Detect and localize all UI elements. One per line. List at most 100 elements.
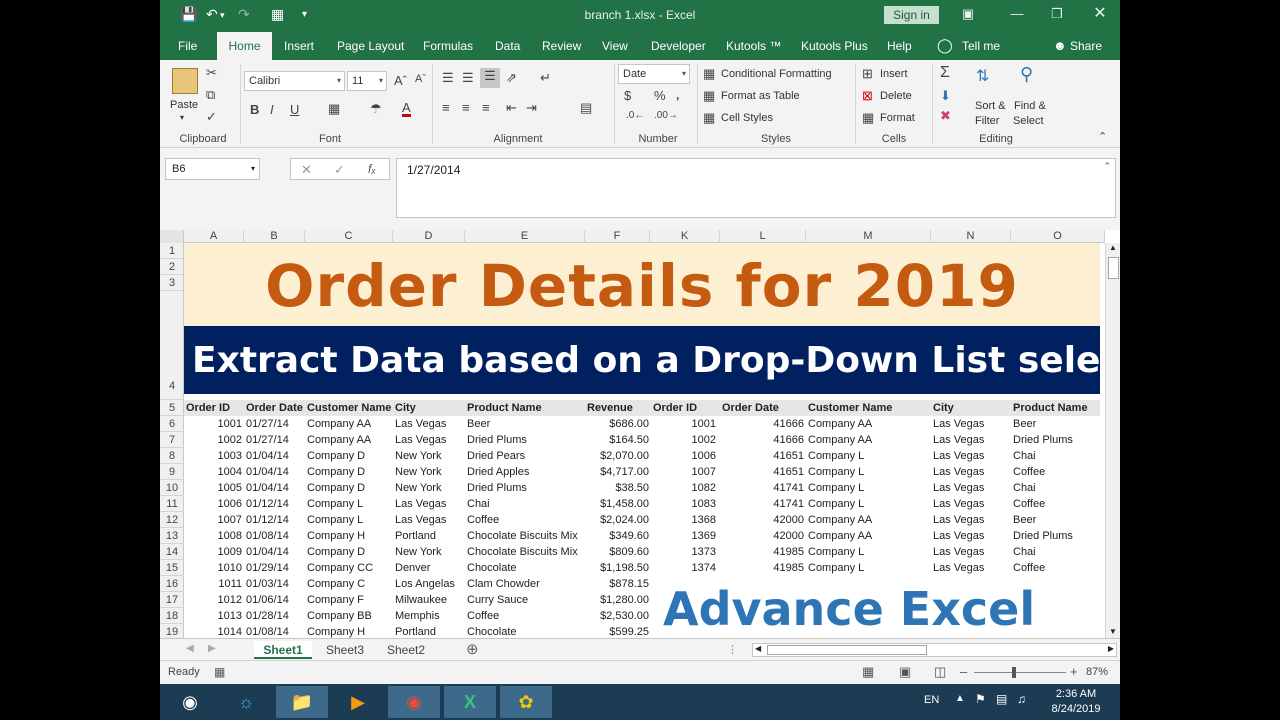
row-header[interactable]: 1 (160, 243, 184, 259)
increase-decimal-icon[interactable]: .0← (626, 110, 644, 121)
table-cell[interactable]: Beer (1013, 416, 1101, 432)
start-button[interactable]: ◉ (164, 686, 216, 718)
table-cell[interactable]: Company L (808, 496, 932, 512)
wrap-text-icon[interactable]: ↵ (540, 70, 551, 86)
borders-icon[interactable]: ▦ (328, 101, 340, 117)
table-cell[interactable]: Coffee (1013, 496, 1101, 512)
scroll-left-icon[interactable]: ◀ (755, 644, 761, 653)
font-size-select[interactable]: 11 ▾ (347, 71, 387, 91)
table-cell[interactable]: 41985 (722, 560, 804, 576)
table-cell[interactable]: 41666 (722, 416, 804, 432)
zoom-out-icon[interactable]: – (960, 664, 967, 679)
align-right-icon[interactable]: ≡ (482, 100, 490, 115)
align-center-icon[interactable]: ≡ (462, 100, 470, 115)
horizontal-scroll-thumb[interactable] (767, 645, 927, 655)
column-header[interactable]: D (393, 230, 465, 243)
table-cell[interactable]: 1083 (652, 496, 716, 512)
taskbar-chrome[interactable]: ◉ (388, 686, 440, 718)
table-cell[interactable]: 1373 (652, 544, 716, 560)
table-cell[interactable]: 1082 (652, 480, 716, 496)
table-cell[interactable]: Company L (808, 448, 932, 464)
minimize-icon[interactable]: — (1002, 6, 1032, 21)
taskbar-excel[interactable]: X (444, 686, 496, 718)
decrease-indent-icon[interactable]: ⇤ (506, 100, 517, 116)
sort-filter-label-2[interactable]: Filter (975, 115, 999, 127)
name-box[interactable]: B6 ▾ (165, 158, 260, 180)
increase-indent-icon[interactable]: ⇥ (526, 100, 537, 116)
column-header[interactable]: F (585, 230, 650, 243)
page-layout-view-icon[interactable]: ▣ (899, 664, 911, 680)
table-cell[interactable]: Las Vegas (933, 448, 1011, 464)
table-cell[interactable]: Company AA (808, 432, 932, 448)
select-all-corner[interactable] (160, 230, 184, 243)
tab-home[interactable]: Home (217, 32, 272, 60)
table-cell[interactable]: 42000 (722, 512, 804, 528)
tab-help[interactable]: Help (887, 39, 912, 53)
table-cell[interactable]: Company F (307, 592, 392, 608)
table-cell[interactable]: 01/08/14 (246, 624, 302, 638)
table-cell[interactable]: Coffee (467, 608, 589, 624)
taskbar-app[interactable]: ✿ (500, 686, 552, 718)
sheet-tab-sheet1[interactable]: Sheet1 (254, 641, 312, 659)
table-cell[interactable]: 1374 (652, 560, 716, 576)
clock-time[interactable]: 2:36 AM (1046, 688, 1106, 700)
table-cell[interactable]: 41985 (722, 544, 804, 560)
fill-color-icon[interactable]: ☂ (370, 101, 382, 117)
zoom-slider-thumb[interactable] (1012, 667, 1016, 678)
number-format-select[interactable]: Date ▾ (618, 64, 690, 84)
restore-icon[interactable]: ❐ (1042, 6, 1072, 22)
currency-icon[interactable]: $ (624, 88, 631, 103)
row-header[interactable]: 4 (160, 291, 184, 400)
share-button[interactable]: Share (1070, 39, 1102, 53)
sheet-tab-sheet2[interactable]: Sheet2 (378, 641, 434, 659)
table-cell[interactable]: Chai (1013, 480, 1101, 496)
table-cell[interactable]: Las Vegas (933, 544, 1011, 560)
ribbon-display-icon[interactable]: ▣ (953, 6, 983, 22)
table-cell[interactable]: Curry Sauce (467, 592, 589, 608)
chevron-down-icon[interactable]: ▾ (251, 159, 255, 179)
table-cell[interactable]: Chai (1013, 448, 1101, 464)
column-header[interactable]: E (465, 230, 585, 243)
sheet-tab-sheet3[interactable]: Sheet3 (317, 641, 373, 659)
table-cell[interactable]: $878.15 (587, 576, 649, 592)
fill-icon[interactable]: ⬇ (940, 88, 951, 104)
cancel-entry-icon[interactable]: ✕ (301, 162, 312, 178)
find-select-label-1[interactable]: Find & (1014, 100, 1046, 112)
table-cell[interactable]: Los Angelas (395, 576, 465, 592)
taskbar-internet-explorer[interactable]: ☼ (220, 686, 272, 718)
language-indicator[interactable]: EN (924, 694, 939, 706)
format-as-table-button[interactable]: Format as Table (721, 90, 800, 102)
align-top-icon[interactable]: ☰ (442, 70, 454, 86)
font-color-icon[interactable]: A (402, 101, 411, 117)
table-cell[interactable]: Company L (808, 544, 932, 560)
table-cell[interactable]: Las Vegas (933, 416, 1011, 432)
expand-formula-icon[interactable]: ⌃ (1103, 161, 1111, 172)
column-header[interactable]: M (806, 230, 931, 243)
table-cell[interactable]: 41741 (722, 480, 804, 496)
vertical-scrollbar[interactable]: ▲ ▼ (1105, 243, 1120, 638)
underline-icon[interactable]: U (290, 102, 299, 117)
vertical-scroll-thumb[interactable] (1108, 257, 1119, 279)
orientation-icon[interactable]: ⇗ (506, 70, 517, 86)
comma-style-icon[interactable]: , (676, 88, 679, 102)
paste-icon[interactable] (172, 68, 198, 94)
format-cells-button[interactable]: Format (880, 112, 915, 124)
conditional-formatting-icon[interactable]: ▦ (703, 66, 715, 82)
tab-kutools[interactable]: Kutools ™ (726, 39, 781, 53)
table-cell[interactable]: $599.25 (587, 624, 649, 638)
table-cell[interactable]: 1001 (652, 416, 716, 432)
table-cell[interactable]: Company L (808, 560, 932, 576)
row-header[interactable]: 5 (160, 400, 184, 416)
table-cell[interactable]: Dried Plums (1013, 528, 1101, 544)
table-cell[interactable]: Chocolate (467, 624, 589, 638)
clear-icon[interactable]: ✖ (940, 108, 951, 124)
delete-cells-icon[interactable]: ⊠ (862, 88, 873, 104)
table-cell[interactable]: 1369 (652, 528, 716, 544)
table-cell[interactable]: 1013 (188, 608, 242, 624)
table-cell[interactable]: Coffee (1013, 464, 1101, 480)
cell-styles-icon[interactable]: ▦ (703, 110, 715, 126)
table-cell[interactable]: 1007 (652, 464, 716, 480)
row-header[interactable]: 2 (160, 259, 184, 275)
insert-function-icon[interactable]: fₓ (368, 162, 376, 176)
table-cell[interactable]: Las Vegas (933, 464, 1011, 480)
